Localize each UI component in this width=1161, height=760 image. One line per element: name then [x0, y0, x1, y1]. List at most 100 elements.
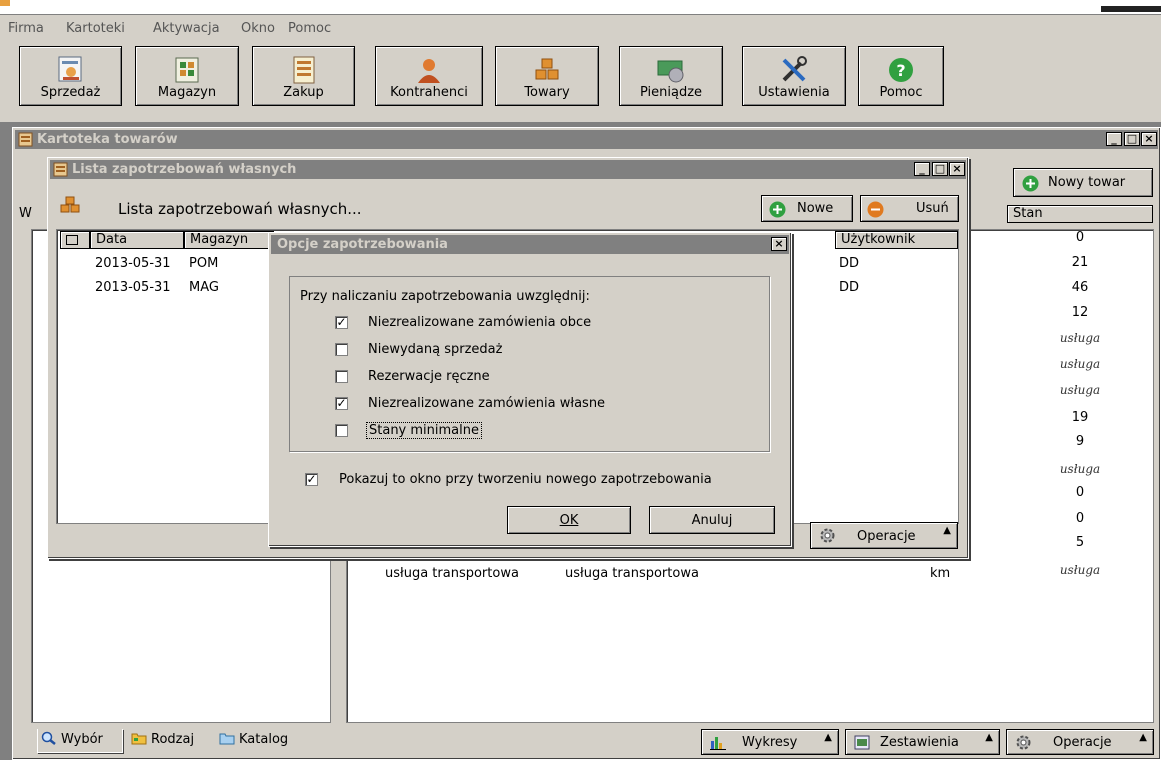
column-header-label: Magazyn [190, 232, 249, 247]
toolbar-magazyn-button[interactable]: Magazyn [135, 46, 239, 106]
option-label: Stany minimalne [366, 422, 482, 439]
tab-label: Katalog [239, 732, 289, 747]
option-niewydana-sprzedaz[interactable]: Niewydaną sprzedaż [335, 340, 755, 362]
anuluj-button[interactable]: Anuluj [649, 506, 775, 534]
app-icon [0, 0, 10, 6]
goods-icon [60, 196, 80, 213]
zestawienia-label: Zestawienia [880, 735, 959, 750]
stan-cell: 9 [1075, 434, 1085, 449]
stan-cell: 19 [1071, 410, 1089, 425]
option-label: Niezrealizowane zamówienia obce [368, 315, 592, 330]
option-checkbox[interactable] [335, 343, 348, 356]
anuluj-label: Anuluj [691, 513, 733, 528]
lista-heading: Lista zapotrzebowań własnych... [118, 200, 362, 218]
lista-titlebar[interactable]: Lista zapotrzebowań własnych _ □ × [50, 160, 966, 179]
app-window-controls[interactable] [1101, 6, 1161, 12]
row-user: DD [839, 280, 860, 295]
toolbar-towary-button[interactable]: Towary [495, 46, 599, 106]
operacje-button[interactable]: Operacje ▲ [1006, 729, 1154, 755]
row-unit: km [930, 566, 951, 581]
column-header-data[interactable]: Data [90, 231, 184, 249]
row-magazyn: MAG [189, 280, 219, 295]
close-button[interactable]: × [949, 162, 965, 176]
wykresy-label: Wykresy [742, 735, 798, 750]
close-button[interactable]: × [771, 237, 787, 251]
column-header-stan[interactable]: Stan [1007, 205, 1153, 223]
stan-cell: usługa [1059, 563, 1101, 577]
maximize-button[interactable]: □ [1124, 132, 1140, 146]
opcje-titlebar[interactable]: Opcje zapotrzebowania × [271, 235, 789, 254]
stan-cell: usługa [1059, 462, 1101, 476]
toolbar-label: Pieniądze [639, 85, 703, 100]
tab-wybor[interactable]: Wybór [37, 729, 123, 753]
help-icon: ? [889, 58, 913, 82]
row-date: 2013-05-31 [95, 256, 171, 271]
option-rezerwacje-reczne[interactable]: Rezerwacje ręczne [335, 367, 755, 389]
row-name: usługa transportowa [385, 566, 519, 581]
window-icon [18, 132, 33, 147]
menu-kartoteki[interactable]: Kartoteki [66, 21, 125, 36]
option-checkbox[interactable] [335, 424, 348, 437]
maximize-button[interactable]: □ [932, 162, 948, 176]
option-label: Niezrealizowane zamówienia własne [368, 396, 606, 411]
close-button[interactable]: × [1141, 132, 1157, 146]
select-all-checkbox[interactable] [60, 231, 90, 249]
column-letter: W [19, 206, 32, 221]
toolbar-zakup-button[interactable]: Zakup [252, 46, 355, 106]
nowe-button[interactable]: Nowe [761, 195, 853, 222]
lista-operacje-button[interactable]: Operacje ▲ [810, 522, 958, 549]
gear-icon [820, 528, 835, 543]
minimize-button[interactable]: _ [1106, 132, 1122, 146]
column-header-uzytkownik[interactable]: Użytkownik [835, 231, 958, 249]
row-user: DD [839, 256, 860, 271]
ok-button[interactable]: OK [507, 506, 631, 534]
toolbar-pomoc-button[interactable]: ? Pomoc [858, 46, 944, 106]
table-row[interactable]: usługa transportowa usługa transportowa … [385, 566, 950, 586]
lista-title: Lista zapotrzebowań własnych [72, 162, 297, 177]
toolbar-pieniadze-button[interactable]: Pieniądze [619, 46, 723, 106]
minimize-button[interactable]: _ [914, 162, 930, 176]
chart-icon [710, 737, 726, 750]
sales-icon [58, 56, 81, 82]
toolbar-label: Sprzedaż [40, 85, 101, 100]
toolbar-sprzedaz-button[interactable]: Sprzedaż [19, 46, 122, 106]
report-icon [854, 735, 870, 750]
toolbar-ustawienia-button[interactable]: Ustawienia [742, 46, 846, 106]
kartoteka-titlebar[interactable]: Kartoteka towarów _ □ × [15, 130, 1158, 149]
toolbar-label: Ustawienia [758, 85, 830, 100]
option-zamowienia-obce[interactable]: ✓ Niezrealizowane zamówienia obce [335, 313, 755, 335]
toolbar-kontrahenci-button[interactable]: Kontrahenci [375, 46, 483, 106]
menu-okno[interactable]: Okno [241, 21, 275, 36]
add-icon [1022, 175, 1039, 192]
money-icon [657, 60, 684, 83]
menu-firma[interactable]: Firma [8, 21, 44, 36]
usun-label: Usuń [916, 201, 949, 216]
zestawienia-button[interactable]: Zestawienia ▲ [845, 729, 1000, 755]
toolbar-label: Zakup [283, 85, 324, 100]
column-header-magazyn[interactable]: Magazyn [184, 231, 274, 249]
tab-rodzaj[interactable]: Rodzaj [131, 731, 194, 747]
wykresy-button[interactable]: Wykresy ▲ [701, 729, 839, 755]
stan-cell: usługa [1059, 357, 1101, 371]
nowy-towar-button[interactable]: Nowy towar [1013, 168, 1153, 197]
toolbar-label: Kontrahenci [390, 85, 468, 100]
option-checkbox[interactable]: ✓ [335, 316, 348, 329]
menu-pomoc[interactable]: Pomoc [288, 21, 331, 36]
show-window-label: Pokazuj to okno przy tworzeniu nowego za… [339, 472, 712, 487]
stan-cell: 46 [1071, 280, 1089, 295]
window-icon [53, 162, 68, 177]
ok-label: OK [559, 513, 579, 528]
tab-katalog[interactable]: Katalog [219, 731, 288, 747]
app-title-strip [0, 0, 1161, 14]
option-zamowienia-wlasne[interactable]: ✓ Niezrealizowane zamówienia własne [335, 394, 755, 416]
option-checkbox[interactable] [335, 370, 348, 383]
chevron-up-icon: ▲ [985, 732, 993, 743]
option-stany-minimalne[interactable]: Stany minimalne [335, 421, 755, 443]
option-checkbox[interactable]: ✓ [335, 397, 348, 410]
toolbar-label: Pomoc [879, 85, 923, 100]
option-show-window[interactable]: ✓ Pokazuj to okno przy tworzeniu nowego … [305, 470, 775, 492]
show-window-checkbox[interactable]: ✓ [305, 473, 318, 486]
menu-aktywacja[interactable]: Aktywacja [153, 21, 220, 36]
row-magazyn: POM [189, 256, 219, 271]
usun-button[interactable]: Usuń [860, 195, 959, 222]
